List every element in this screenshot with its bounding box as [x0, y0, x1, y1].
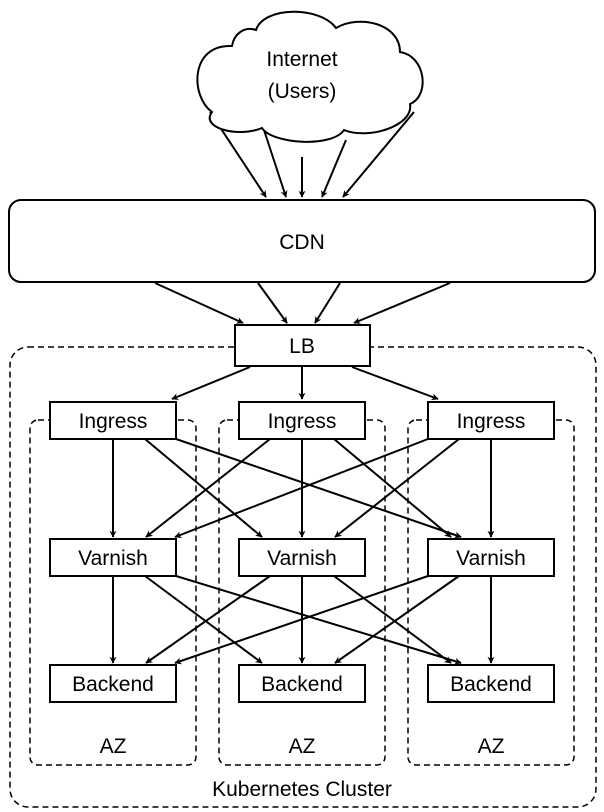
edge-lb-ingress-2 [351, 366, 439, 401]
varnish-node-1[interactable]: Varnish [238, 538, 366, 577]
az-label: AZ [289, 735, 316, 758]
backend-label: Backend [72, 673, 154, 696]
edge-cdn-lb-3 [353, 282, 451, 324]
cloud-icon [196, 10, 424, 143]
varnish-label: Varnish [78, 547, 148, 570]
edge-internet-cdn-3 [321, 139, 347, 198]
backend-node-2[interactable]: Backend [427, 664, 555, 703]
edge-lb-ingress-0 [171, 366, 251, 400]
edge-varnish-backend-1-0 [145, 575, 271, 664]
backend-label: Backend [261, 673, 343, 696]
az-label: AZ [100, 735, 127, 758]
varnish-label: Varnish [456, 547, 526, 570]
varnish-node-2[interactable]: Varnish [427, 538, 555, 577]
edge-varnish-backend-2-1 [334, 575, 460, 664]
edge-cdn-lb-2 [314, 282, 341, 324]
lb-node[interactable]: LB [234, 324, 371, 367]
lb-label: LB [289, 335, 315, 358]
internet-label: Internet [266, 48, 337, 71]
backend-node-0[interactable]: Backend [49, 664, 177, 703]
backend-node-1[interactable]: Backend [238, 664, 366, 703]
ingress-node-1[interactable]: Ingress [238, 401, 366, 440]
varnish-label: Varnish [267, 547, 337, 570]
backend-label: Backend [450, 673, 532, 696]
ingress-label: Ingress [268, 410, 337, 433]
ingress-node-2[interactable]: Ingress [427, 401, 555, 440]
ingress-node-0[interactable]: Ingress [49, 401, 177, 440]
edge-ingress-varnish-0-1 [144, 438, 263, 538]
edge-cdn-lb-0 [154, 282, 244, 324]
internet-node[interactable]: Internet (Users) [196, 10, 424, 143]
connections [109, 111, 495, 665]
internet-sublabel: (Users) [268, 80, 337, 103]
ingress-label: Ingress [79, 410, 148, 433]
edge-ingress-varnish-1-0 [145, 438, 271, 538]
cdn-node[interactable]: CDN [8, 199, 596, 283]
az-label: AZ [478, 735, 505, 758]
edge-varnish-backend-0-1 [144, 575, 263, 664]
varnish-node-0[interactable]: Varnish [49, 538, 177, 577]
cluster-label: Kubernetes Cluster [212, 778, 392, 801]
edge-cdn-lb-1 [257, 282, 288, 324]
cdn-label: CDN [279, 231, 325, 254]
ingress-label: Ingress [457, 410, 526, 433]
architecture-diagram: Kubernetes Cluster AZ AZ AZ Internet (User… [8, 10, 597, 808]
edge-ingress-varnish-2-1 [334, 438, 460, 538]
